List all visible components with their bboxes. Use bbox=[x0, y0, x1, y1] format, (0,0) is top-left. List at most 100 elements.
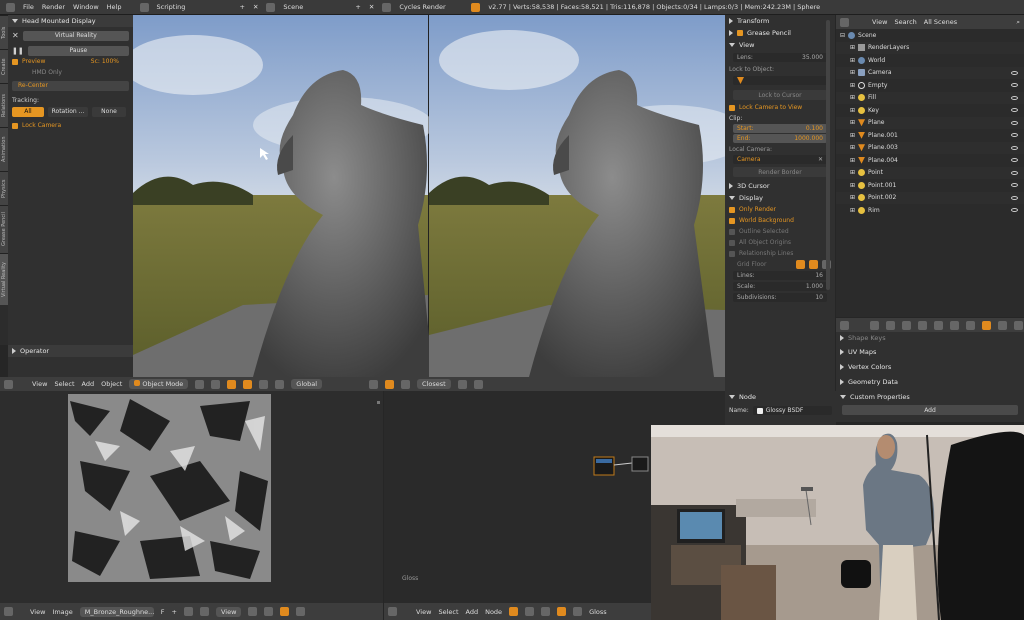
outliner-item-camera[interactable]: ⊞ Camera bbox=[836, 66, 1024, 79]
tab-tools[interactable]: Tools bbox=[0, 15, 8, 49]
node-material-name[interactable]: Gloss bbox=[589, 608, 607, 616]
orientation-selector[interactable]: Global bbox=[291, 379, 323, 389]
close-icon[interactable]: ✕ bbox=[12, 31, 19, 40]
expand-toggle-icon[interactable]: ⊞ bbox=[850, 169, 855, 176]
hmd-panel-header[interactable]: Head Mounted Display bbox=[8, 15, 133, 27]
fake-user-icon[interactable]: F bbox=[161, 608, 165, 616]
outliner-item-plane[interactable]: ⊞ Plane bbox=[836, 116, 1024, 129]
outliner-menu-search[interactable]: Search bbox=[894, 18, 916, 26]
outliner-item-plane-004[interactable]: ⊞ Plane.004 bbox=[836, 154, 1024, 167]
expand-toggle-icon[interactable]: ⊞ bbox=[850, 157, 855, 164]
transform-section[interactable]: Transform bbox=[725, 15, 835, 27]
viewport-menu-select[interactable]: Select bbox=[54, 380, 74, 388]
expand-toggle-icon[interactable]: ⊞ bbox=[850, 119, 855, 126]
outliner-item-empty[interactable]: ⊞ Empty bbox=[836, 79, 1024, 92]
tab-virtual-reality[interactable]: Virtual Reality bbox=[0, 253, 8, 305]
visibility-eye-icon[interactable] bbox=[1011, 70, 1018, 75]
hmd-only-label[interactable]: HMD Only bbox=[32, 69, 62, 76]
relationship-lines-checkbox[interactable] bbox=[729, 250, 735, 257]
node-world-icon[interactable] bbox=[541, 607, 551, 616]
3d-cursor-section[interactable]: 3D Cursor bbox=[725, 180, 835, 192]
grease-pencil-checkbox[interactable] bbox=[737, 30, 743, 36]
virtual-reality-button[interactable]: Virtual Reality bbox=[22, 30, 129, 41]
visibility-eye-icon[interactable] bbox=[1011, 208, 1018, 213]
uv-maps-section[interactable]: UV Maps bbox=[836, 344, 1024, 359]
node-editor-type-icon[interactable] bbox=[388, 607, 397, 616]
viewport-menu-object[interactable]: Object bbox=[101, 380, 122, 388]
recenter-button[interactable]: Re-Center bbox=[12, 80, 129, 91]
grid-scale-field[interactable]: Scale: 1.000 bbox=[733, 282, 827, 291]
clip-end-field[interactable]: End: 1000.000 bbox=[733, 134, 827, 143]
tab-animation[interactable]: Animation bbox=[0, 127, 8, 171]
render-tab-icon[interactable] bbox=[870, 320, 879, 330]
scene-tab-icon[interactable] bbox=[902, 320, 911, 330]
image-editor[interactable] bbox=[0, 391, 383, 603]
pivot-image-icon[interactable] bbox=[264, 607, 274, 616]
stereo-render-view[interactable] bbox=[133, 15, 725, 377]
outliner-menu-view[interactable]: View bbox=[872, 18, 887, 26]
outliner-item-world[interactable]: ⊞ World bbox=[836, 54, 1024, 67]
geometry-data-section[interactable]: Geometry Data bbox=[836, 374, 1024, 389]
menu-file[interactable]: File bbox=[23, 3, 34, 11]
node-use-nodes-icon[interactable] bbox=[557, 607, 567, 616]
lens-field[interactable]: Lens: 35.000 bbox=[733, 53, 827, 62]
node-menu-select[interactable]: Select bbox=[438, 608, 458, 616]
viewport-menu-view[interactable]: View bbox=[32, 380, 47, 388]
outliner-item-point-002[interactable]: ⊞ Point.002 bbox=[836, 191, 1024, 204]
visibility-eye-icon[interactable] bbox=[1011, 183, 1018, 188]
viewport-menu-add[interactable]: Add bbox=[82, 380, 95, 388]
expand-toggle-icon[interactable]: ⊞ bbox=[850, 107, 855, 114]
local-camera-field[interactable]: Camera ✕ bbox=[733, 155, 827, 164]
image-pin-icon[interactable] bbox=[200, 607, 209, 616]
image-view-mode-selector[interactable]: View bbox=[216, 606, 242, 617]
vertex-colors-section[interactable]: Vertex Colors bbox=[836, 359, 1024, 374]
visibility-eye-icon[interactable] bbox=[1011, 170, 1018, 175]
camera-render-icon[interactable] bbox=[473, 379, 483, 389]
tab-create[interactable]: Create bbox=[0, 49, 8, 83]
image-channels-icon[interactable] bbox=[296, 607, 306, 616]
image-editor-type-icon[interactable] bbox=[4, 607, 13, 616]
expand-toggle-icon[interactable]: ⊞ bbox=[850, 194, 855, 201]
menu-render[interactable]: Render bbox=[42, 3, 65, 11]
open-image-icon[interactable] bbox=[184, 607, 193, 616]
preview-checkbox[interactable] bbox=[12, 58, 18, 65]
image-menu-view[interactable]: View bbox=[30, 608, 45, 616]
expand-toggle-icon[interactable]: ⊞ bbox=[850, 69, 855, 76]
axis-y-toggle[interactable] bbox=[809, 260, 818, 269]
render-border-button[interactable]: Render Border bbox=[733, 167, 827, 177]
material-tab-icon[interactable] bbox=[998, 320, 1007, 330]
tab-physics[interactable]: Physics bbox=[0, 171, 8, 205]
outliner-item-fill[interactable]: ⊞ Fill bbox=[836, 91, 1024, 104]
screen-selector[interactable]: Scripting bbox=[157, 3, 217, 11]
outliner-search-icon[interactable]: ⌕ bbox=[1016, 18, 1020, 27]
outliner-item-point-001[interactable]: ⊞ Point.001 bbox=[836, 179, 1024, 192]
visibility-eye-icon[interactable] bbox=[1011, 95, 1018, 100]
preview-scale-field[interactable]: Sc: 100% bbox=[91, 58, 119, 65]
clear-icon[interactable]: ✕ bbox=[818, 156, 823, 163]
outliner-item-plane-003[interactable]: ⊞ Plane.003 bbox=[836, 141, 1024, 154]
add-property-button[interactable]: Add bbox=[842, 405, 1018, 415]
node-object-icon[interactable] bbox=[525, 607, 535, 616]
tab-relations[interactable]: Relations bbox=[0, 83, 8, 127]
node-name-field[interactable]: Glossy BSDF bbox=[752, 406, 832, 415]
outliner-item-plane-001[interactable]: ⊞ Plane.001 bbox=[836, 129, 1024, 142]
tab-grease-pencil[interactable]: Grease Pencil bbox=[0, 205, 8, 253]
outliner-item-key[interactable]: ⊞ Key bbox=[836, 104, 1024, 117]
expand-toggle-icon[interactable]: ⊟ bbox=[840, 32, 845, 39]
render-engine-selector[interactable]: Cycles Render bbox=[399, 3, 463, 11]
translate-icon[interactable] bbox=[243, 379, 253, 389]
clip-start-field[interactable]: Start: 0.100 bbox=[733, 124, 827, 133]
outline-selected-checkbox[interactable] bbox=[729, 228, 735, 235]
viewport-3d[interactable] bbox=[133, 15, 725, 377]
lock-camera-view-checkbox[interactable] bbox=[729, 104, 735, 111]
expand-toggle-icon[interactable]: ⊞ bbox=[850, 57, 855, 64]
object-tab-icon[interactable] bbox=[934, 320, 943, 330]
scene-remove-icon[interactable]: ✕ bbox=[369, 3, 374, 11]
expand-toggle-icon[interactable]: ⊞ bbox=[850, 207, 855, 214]
operator-panel-header[interactable]: Operator bbox=[8, 345, 133, 357]
screen-remove-icon[interactable]: ✕ bbox=[253, 3, 258, 11]
object-mode-selector[interactable]: Object Mode bbox=[129, 379, 189, 389]
outliner-item-point[interactable]: ⊞ Point bbox=[836, 166, 1024, 179]
shape-keys-section[interactable]: Shape Keys bbox=[836, 332, 1024, 344]
expand-toggle-icon[interactable]: ⊞ bbox=[850, 132, 855, 139]
